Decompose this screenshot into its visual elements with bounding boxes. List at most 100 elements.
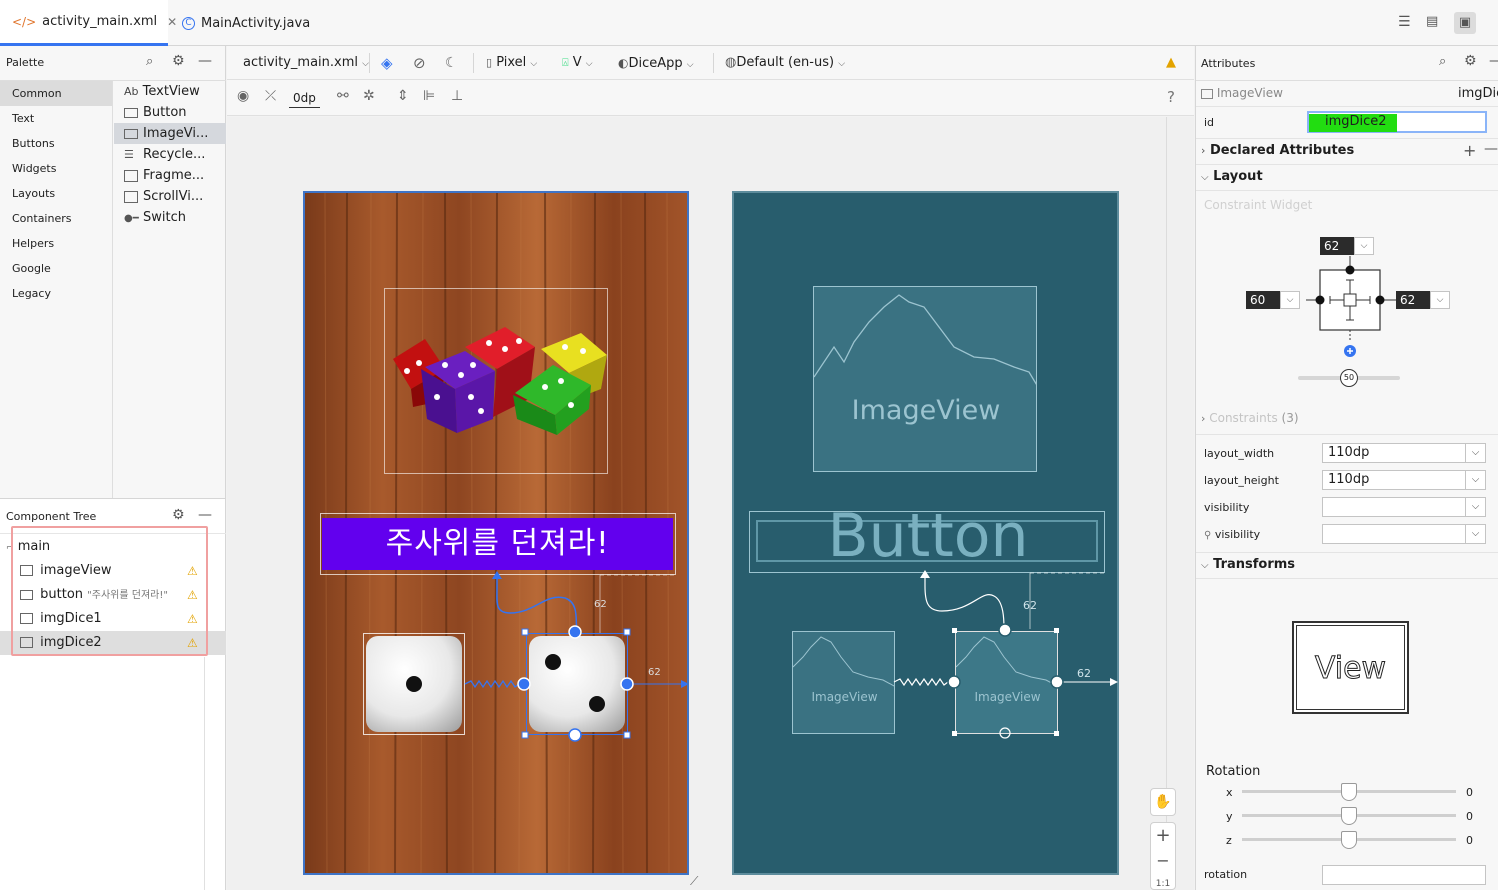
blueprint-imgdice1[interactable]: ImageView: [792, 631, 895, 734]
blueprint-icon[interactable]: ⊘: [413, 46, 426, 80]
die-pip: [589, 696, 605, 712]
theme-selector[interactable]: ◐DiceApp ⌵: [618, 46, 694, 80]
gear-icon[interactable]: ⚙: [172, 507, 185, 523]
palette-category-google[interactable]: Google: [0, 256, 112, 281]
margin-top-dropdown[interactable]: 62 ⌵: [1320, 237, 1374, 256]
tab-activity-main[interactable]: </> activity_main.xml ✕: [0, 0, 177, 46]
blueprint-preview[interactable]: ImageView Button ImageView ImageView 62 …: [732, 191, 1119, 875]
palette-item-label: ScrollVi...: [143, 189, 204, 204]
margin-left-dropdown[interactable]: 60 ⌵: [1246, 291, 1300, 310]
zoom-in-icon[interactable]: +: [1151, 825, 1175, 846]
infer-constraints-icon[interactable]: ✲: [363, 88, 375, 104]
minimize-icon[interactable]: —: [1489, 53, 1498, 69]
api-selector[interactable]: ⍓ V ⌵: [562, 46, 593, 80]
palette-item-textview[interactable]: Ab TextView: [114, 81, 226, 102]
rotation-x-label: x: [1226, 786, 1233, 799]
gear-icon[interactable]: ⚙: [172, 53, 185, 69]
palette-item-fragment[interactable]: Fragme...: [114, 165, 226, 186]
palette-item-switch[interactable]: ●━ Switch: [114, 207, 226, 228]
help-icon[interactable]: ?: [1167, 88, 1175, 106]
palette-category-containers[interactable]: Containers: [0, 206, 112, 231]
throw-dice-button[interactable]: 주사위를 던져라!: [322, 518, 673, 570]
resize-handle-icon[interactable]: ⟋: [690, 874, 698, 889]
blueprint-imageview[interactable]: ImageView: [813, 286, 1037, 472]
constraints-header[interactable]: › Constraints (3): [1201, 411, 1299, 425]
add-icon[interactable]: +: [1463, 141, 1476, 160]
rotation-input[interactable]: [1322, 865, 1486, 885]
palette-category-helpers[interactable]: Helpers: [0, 231, 112, 256]
component-tree-panel: Component Tree ⚙ — ⌐ main imageView ⚠ bu…: [0, 498, 226, 890]
pack-icon[interactable]: ⇕: [397, 88, 409, 104]
transforms-section-header[interactable]: ⌵ Transforms: [1201, 557, 1295, 572]
split-view-icon[interactable]: ▤: [1426, 14, 1446, 32]
imgdice2[interactable]: [526, 633, 628, 735]
blueprint-button[interactable]: Button: [749, 502, 1105, 573]
tab-main-activity[interactable]: C MainActivity.java: [170, 0, 330, 46]
palette-category-widgets[interactable]: Widgets: [0, 156, 112, 181]
palette-item-label: Switch: [143, 210, 186, 225]
palette-category-buttons[interactable]: Buttons: [0, 131, 112, 156]
visibility-dropdown[interactable]: ⌵: [1322, 497, 1486, 517]
palette-item-button[interactable]: Button: [114, 102, 226, 123]
bias-slider-thumb[interactable]: 50: [1340, 369, 1358, 387]
zoom-fit-button[interactable]: 1:1: [1151, 879, 1175, 889]
blueprint-imgdice2[interactable]: ImageView: [955, 631, 1058, 734]
id-label: id: [1204, 116, 1215, 129]
rotation-y-thumb[interactable]: [1341, 807, 1357, 825]
chevron-down-icon: ⌵: [838, 59, 846, 69]
locale-selector[interactable]: ◍Default (en-us) ⌵: [725, 46, 845, 80]
search-icon[interactable]: ⌕: [146, 54, 153, 69]
layers-icon[interactable]: ◈: [381, 46, 393, 80]
blueprint-button-label: Button: [827, 501, 1029, 571]
layout-height-dropdown[interactable]: 110dp ⌵: [1322, 470, 1486, 490]
zoom-out-icon[interactable]: −: [1151, 851, 1175, 870]
transform-preview-label: View: [1296, 625, 1405, 710]
gear-icon[interactable]: ⚙: [1464, 53, 1477, 69]
night-mode-icon[interactable]: ☾: [445, 46, 458, 80]
dice-illustration: [393, 327, 607, 435]
search-icon[interactable]: ⌕: [1439, 54, 1446, 69]
annotation-box: [11, 526, 208, 656]
design-view-icon[interactable]: ▣: [1454, 12, 1476, 34]
autoconnect-icon[interactable]: ⤫: [265, 88, 276, 104]
design-toolbar: activity_main.xml ⌵ ◈ ⊘ ☾ ▯ Pixel ⌵ ⍓ V …: [227, 46, 1194, 80]
device-selector[interactable]: ▯ Pixel ⌵: [486, 46, 537, 80]
palette-item-imageview[interactable]: ImageVi...: [114, 123, 226, 144]
imgdice1[interactable]: [363, 633, 465, 735]
tools-visibility-dropdown[interactable]: ⌵: [1322, 524, 1486, 544]
minimize-icon[interactable]: —: [198, 53, 212, 69]
default-margin-field[interactable]: 0dp: [289, 88, 320, 108]
phone-icon: ▯: [486, 56, 493, 69]
blueprint-dice1-label: ImageView: [811, 690, 878, 704]
remove-icon[interactable]: —: [1484, 141, 1498, 157]
guidelines-icon[interactable]: ⊥: [451, 88, 463, 104]
layout-section-header[interactable]: ⌵ Layout: [1201, 169, 1263, 184]
palette-category-layouts[interactable]: Layouts: [0, 181, 112, 206]
palette-category-common[interactable]: Common: [0, 81, 112, 106]
rotation-z-label: z: [1226, 834, 1232, 847]
api-label: V: [572, 55, 582, 70]
design-preview[interactable]: 주사위를 던져라! 62 62: [303, 191, 689, 875]
rotation-z-thumb[interactable]: [1341, 831, 1357, 849]
palette-category-text[interactable]: Text: [0, 106, 112, 131]
layout-width-dropdown[interactable]: 110dp ⌵: [1322, 443, 1486, 463]
warning-icon[interactable]: ▲: [1166, 46, 1176, 80]
declared-attributes-header[interactable]: › Declared Attributes: [1201, 143, 1354, 158]
code-view-icon[interactable]: ☰: [1398, 14, 1418, 32]
rotation-x-thumb[interactable]: [1341, 783, 1357, 801]
palette-item-scrollview[interactable]: ScrollVi...: [114, 186, 226, 207]
file-selector[interactable]: activity_main.xml ⌵: [243, 46, 369, 80]
palette-category-legacy[interactable]: Legacy: [0, 281, 112, 306]
blueprint-dice2-label: ImageView: [974, 690, 1041, 704]
align-icon[interactable]: ⊫: [423, 88, 435, 104]
minimize-icon[interactable]: —: [198, 507, 212, 523]
id-input[interactable]: imgDice2: [1307, 111, 1487, 133]
chevron-down-icon: ⌵: [1465, 444, 1485, 462]
pan-hand-icon[interactable]: ✋: [1150, 788, 1176, 816]
palette-item-recyclerview[interactable]: ☰ Recycle...: [114, 144, 226, 165]
die-pip: [545, 654, 561, 670]
chevron-down-icon: ⌵: [1465, 525, 1485, 543]
imageview-dice-group[interactable]: [384, 288, 608, 474]
clear-constraints-icon[interactable]: ⚯: [337, 88, 349, 104]
eye-icon[interactable]: ◉: [237, 88, 249, 104]
